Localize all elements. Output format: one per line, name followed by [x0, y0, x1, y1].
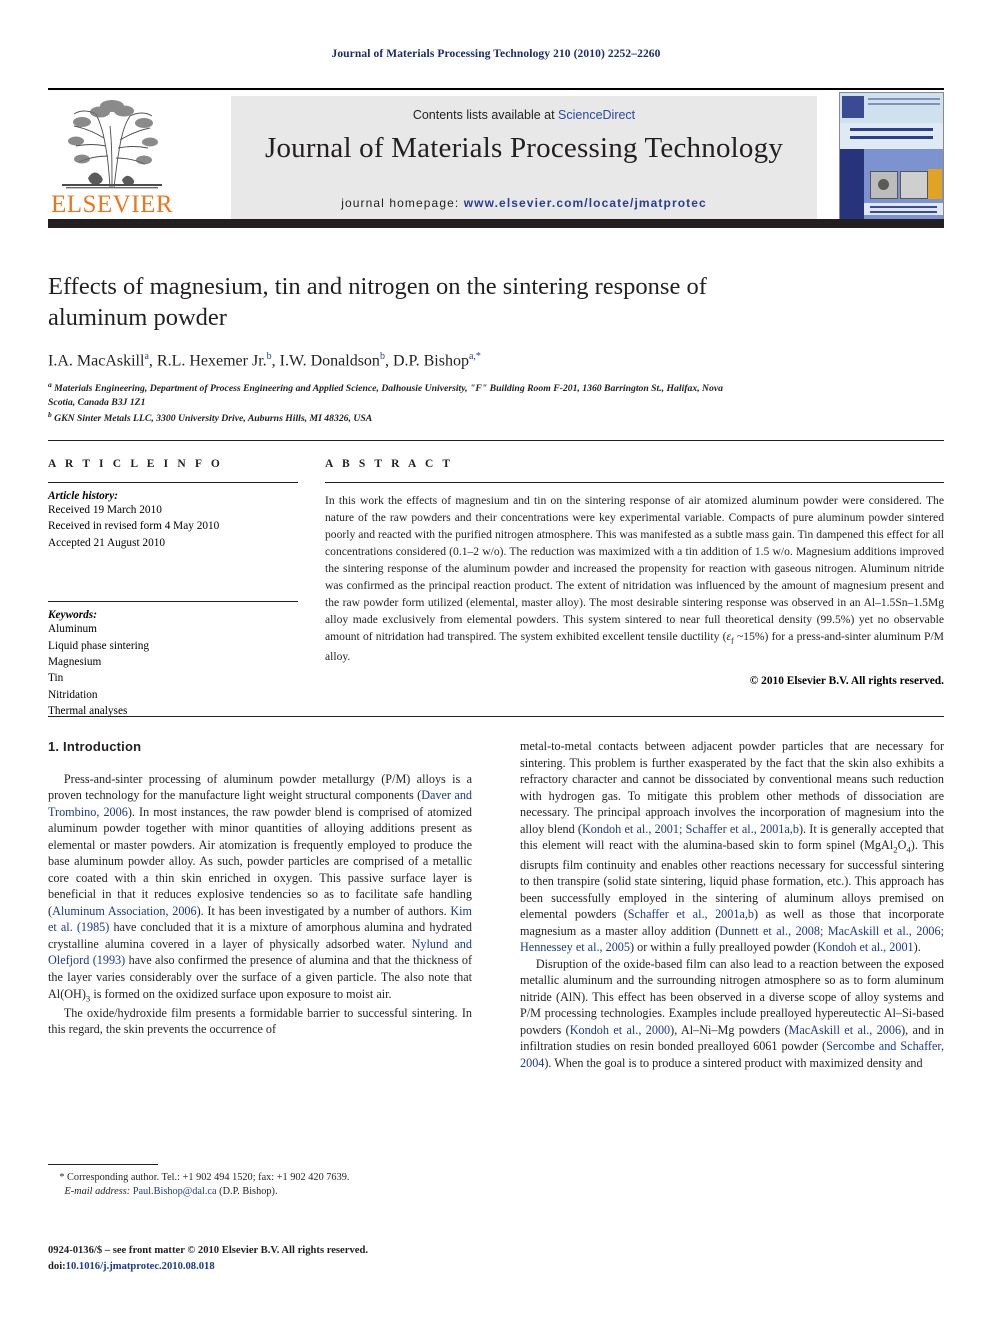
- masthead-bottom-bar: [48, 219, 944, 228]
- cover-footer-band: [864, 203, 943, 215]
- doi-label: doi:: [48, 1260, 66, 1272]
- cover-body: [840, 149, 943, 219]
- article-info-rule: [48, 482, 298, 483]
- sciencedirect-link[interactable]: ScienceDirect: [558, 108, 635, 122]
- journal-cover-thumbnail: [839, 92, 944, 220]
- cover-left-stripe: [840, 149, 864, 219]
- journal-masthead: ELSEVIER Contents lists available at Sci…: [48, 88, 944, 228]
- doi-line: doi:10.1016/j.jmatprotec.2010.08.018: [48, 1259, 508, 1275]
- paper-page: Journal of Materials Processing Technolo…: [0, 0, 992, 1323]
- cover-header-lines: [868, 98, 940, 108]
- article-info-heading: A R T I C L E I N F O: [48, 458, 223, 470]
- journal-title: Journal of Materials Processing Technolo…: [264, 132, 784, 164]
- elsevier-wordmark: ELSEVIER: [50, 191, 174, 218]
- issn-copyright-block: 0924-0136/$ – see front matter © 2010 El…: [48, 1243, 508, 1275]
- abstract-rule: [325, 482, 944, 483]
- email-owner: (D.P. Bishop).: [219, 1186, 278, 1198]
- article-history-list: Received 19 March 2010 Received in revise…: [48, 504, 220, 549]
- masthead-top-rule: [48, 88, 944, 90]
- body-section-top-rule: [48, 716, 944, 717]
- cover-gear-image: [928, 169, 942, 199]
- body-column-left: 1. Introduction Press-and-sinter process…: [48, 738, 472, 1038]
- abstract-copyright: © 2010 Elsevier B.V. All rights reserved…: [749, 674, 944, 687]
- footnote-block: * Corresponding author. Tel.: +1 902 494…: [48, 1164, 472, 1199]
- affiliation-b: b GKN Sinter Metals LLC, 3300 University…: [48, 409, 373, 425]
- cover-logo-tile: [842, 96, 864, 118]
- keywords-rule: [48, 601, 298, 603]
- introduction-heading: 1. Introduction: [48, 739, 142, 754]
- abstract-heading: A B S T R A C T: [325, 458, 454, 470]
- affiliations: a Materials Engineering, Department of P…: [48, 380, 748, 426]
- author-list: I.A. MacAskilla, R.L. Hexemer Jr.b, I.W.…: [48, 350, 481, 370]
- issn-line: 0924-0136/$ – see front matter © 2010 El…: [48, 1245, 368, 1256]
- abstract-column: A B S T R A C T In this work the effects…: [325, 458, 944, 687]
- doi-link[interactable]: 10.1016/j.jmatprotec.2010.08.018: [66, 1261, 215, 1272]
- homepage-label: journal homepage:: [341, 196, 464, 210]
- masthead-center-band: Contents lists available at ScienceDirec…: [231, 96, 817, 220]
- affiliation-a: a Materials Engineering, Department of P…: [48, 380, 724, 409]
- contents-available-line: Contents lists available at ScienceDirec…: [231, 108, 817, 122]
- running-head: Journal of Materials Processing Technolo…: [331, 48, 661, 60]
- article-info-column: A R T I C L E I N F O Article history: R…: [48, 458, 298, 719]
- corresponding-author-note: * Corresponding author. Tel.: +1 902 494…: [59, 1172, 350, 1183]
- email-note: E-mail address: Paul.Bishop@dal.ca (D.P.…: [48, 1185, 472, 1199]
- info-section-top-rule: [48, 440, 944, 441]
- article-history-label: Article history:: [48, 490, 118, 502]
- contents-prefix: Contents lists available at: [412, 108, 559, 122]
- email-link[interactable]: Paul.Bishop@dal.ca: [133, 1186, 217, 1197]
- intro-paragraph-3: metal-to-metal contacts between adjacent…: [520, 739, 945, 955]
- keywords-list: Aluminum Liquid phase sintering Magnesium T…: [48, 623, 150, 717]
- abstract-text: In this work the effects of magnesium an…: [325, 494, 944, 663]
- cover-header-band: [840, 93, 943, 123]
- intro-paragraph-2: The oxide/hydroxide film presents a form…: [48, 1005, 472, 1037]
- cover-micrograph-2: [900, 171, 928, 199]
- journal-homepage-line: journal homepage: www.elsevier.com/locat…: [231, 196, 817, 210]
- elsevier-tree-icon: [52, 96, 172, 192]
- footnote-rule: [48, 1164, 158, 1165]
- page-title: Effects of magnesium, tin and nitrogen o…: [48, 273, 707, 331]
- email-label: E-mail address:: [64, 1186, 131, 1198]
- body-column-right: metal-to-metal contacts between adjacent…: [520, 738, 944, 1071]
- cover-micrograph-1: [870, 171, 898, 199]
- elsevier-logo: ELSEVIER: [48, 96, 176, 220]
- title-block: Effects of magnesium, tin and nitrogen o…: [48, 272, 748, 426]
- intro-paragraph-4: Disruption of the oxide-based film can a…: [520, 956, 944, 1070]
- cover-title-band: [840, 123, 943, 149]
- keywords-label: Keywords:: [48, 609, 97, 622]
- keywords-block: Keywords: Aluminum Liquid phase sintering…: [48, 601, 298, 719]
- homepage-url-link[interactable]: www.elsevier.com/locate/jmatprotec: [464, 196, 707, 210]
- intro-paragraph-1: Press-and-sinter processing of aluminum …: [48, 771, 473, 1003]
